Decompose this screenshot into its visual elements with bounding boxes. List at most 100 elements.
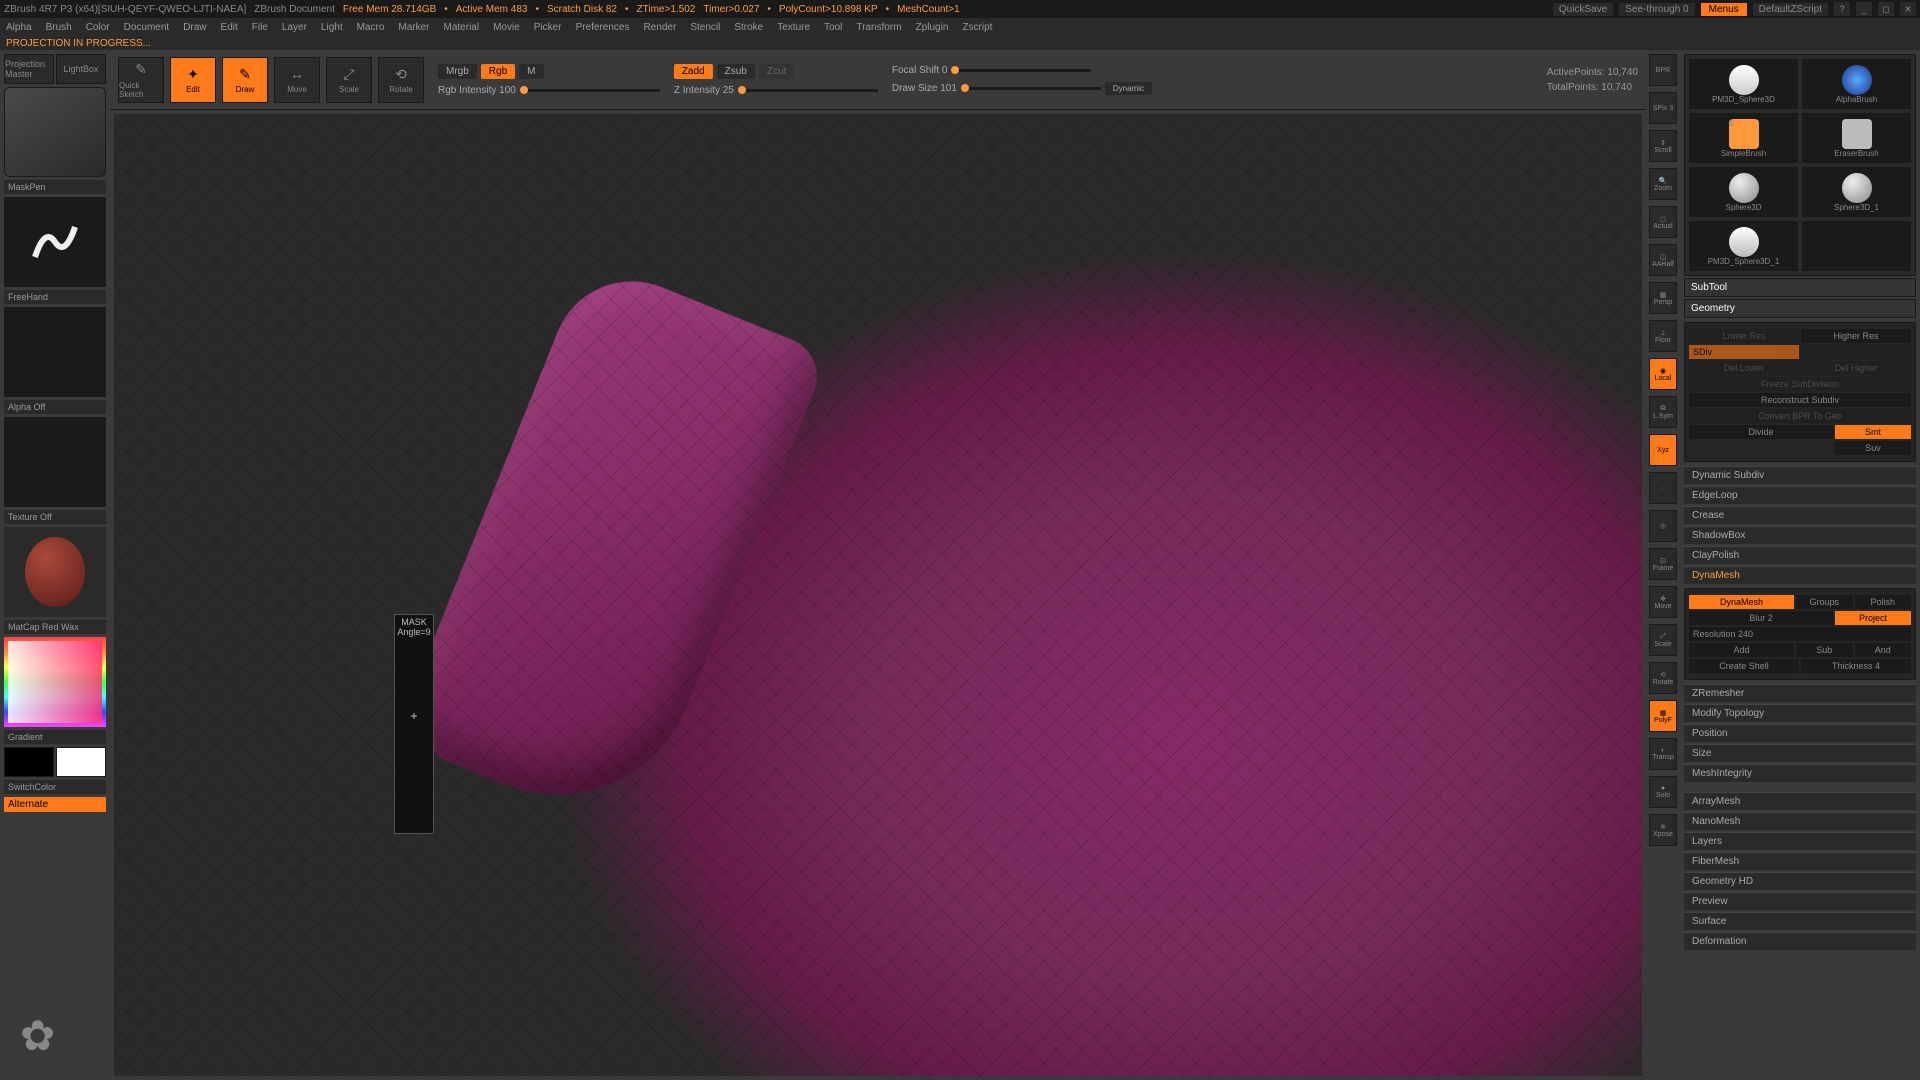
tool-pm3d-sphere[interactable]: PM3D_Sphere3D [1689,59,1798,109]
lightbox-button[interactable]: LightBox [56,54,106,84]
gradient-label[interactable]: Gradient [4,730,106,744]
z-intensity-slider[interactable] [738,89,878,92]
blur-slider[interactable]: Blur 2 [1689,611,1833,625]
menu-edit[interactable]: Edit [221,22,238,33]
layers-section[interactable]: Layers [1684,832,1916,850]
mrgb-button[interactable]: Mrgb [438,64,477,79]
lower-res-button[interactable]: Lower Res [1689,329,1799,343]
canvas-viewport[interactable]: MASK Angle=9 + [114,114,1642,1076]
geometry-header[interactable]: Geometry [1684,299,1916,318]
scale-button[interactable]: ⤢Scale [326,57,372,103]
close-icon[interactable]: ✕ [1900,2,1916,16]
draw-button[interactable]: ✎Draw [222,57,268,103]
bpr-button[interactable]: BPR [1649,54,1677,86]
menu-zscript[interactable]: Zscript [962,22,992,33]
rgb-intensity-slider[interactable] [520,89,660,92]
modify-topology-section[interactable]: Modify Topology [1684,704,1916,722]
menu-material[interactable]: Material [444,22,480,33]
xpose-button[interactable]: ※Xpose [1649,814,1677,846]
menu-stroke[interactable]: Stroke [734,22,763,33]
tool-sphere3d[interactable]: Sphere3D [1689,167,1798,217]
menu-picker[interactable]: Picker [534,22,562,33]
local-button[interactable]: ◉Local [1649,358,1677,390]
del-higher-button[interactable]: Del Higher [1801,361,1911,375]
reconstruct-subdiv-button[interactable]: Reconstruct Subdiv [1689,393,1911,407]
main-color-swatch[interactable] [4,747,54,777]
crease-section[interactable]: Crease [1684,506,1916,524]
suv-button[interactable]: Suv [1835,441,1911,455]
project-button[interactable]: Project [1835,611,1911,625]
dynamic-subdiv-section[interactable]: Dynamic Subdiv [1684,466,1916,484]
resolution-slider[interactable]: Resolution 240 [1689,627,1911,641]
claypolish-section[interactable]: ClayPolish [1684,546,1916,564]
zadd-button[interactable]: Zadd [674,64,713,79]
color-picker[interactable] [4,637,106,727]
convert-bpr-button[interactable]: Convert BPR To Geo [1689,409,1911,423]
scale-view-button[interactable]: ⤢Scale [1649,624,1677,656]
menus-button[interactable]: Menus [1701,3,1747,16]
menu-zplugin[interactable]: Zplugin [916,22,949,33]
fibermesh-section[interactable]: FiberMesh [1684,852,1916,870]
menu-texture[interactable]: Texture [777,22,810,33]
transparency-button[interactable]: ◌ [1649,472,1677,504]
menu-light[interactable]: Light [321,22,343,33]
surface-section[interactable]: Surface [1684,912,1916,930]
help-icon[interactable]: ? [1834,2,1850,16]
menu-preferences[interactable]: Preferences [576,22,630,33]
geometry-hd-section[interactable]: Geometry HD [1684,872,1916,890]
scroll-button[interactable]: ⇕Scroll [1649,130,1677,162]
m-button[interactable]: M [519,64,543,79]
arraymesh-section[interactable]: ArrayMesh [1684,792,1916,810]
quicksave-button[interactable]: QuickSave [1553,3,1613,16]
move-button[interactable]: ↔Move [274,57,320,103]
tool-alphabrush[interactable]: AlphaBrush [1802,59,1911,109]
create-shell-button[interactable]: Create Shell [1689,659,1799,673]
zremesher-section[interactable]: ZRemesher [1684,684,1916,702]
transp-button[interactable]: ◐Transp [1649,738,1677,770]
shadowbox-section[interactable]: ShadowBox [1684,526,1916,544]
menu-macro[interactable]: Macro [357,22,385,33]
sub-button[interactable]: Sub [1796,643,1853,657]
alternate-button[interactable]: Alternate [4,797,106,812]
dynamesh-section[interactable]: DynaMesh [1684,566,1916,584]
menu-draw[interactable]: Draw [183,22,206,33]
alpha-selector[interactable] [4,307,106,397]
move-view-button[interactable]: ✥Move [1649,586,1677,618]
minimize-icon[interactable]: _ [1856,2,1872,16]
menu-stencil[interactable]: Stencil [690,22,720,33]
edit-button[interactable]: ✦Edit [170,57,216,103]
tool-pm3d-sphere-1[interactable]: PM3D_Sphere3D_1 [1689,221,1798,271]
default-script[interactable]: DefaultZScript [1753,3,1828,16]
lsym-button[interactable]: ⧉L.Sym [1649,396,1677,428]
subtool-header[interactable]: SubTool [1684,278,1916,297]
zoom-button[interactable]: 🔍Zoom [1649,168,1677,200]
menu-transform[interactable]: Transform [856,22,901,33]
xyz-button[interactable]: Xyz [1649,434,1677,466]
freeze-subdiv-button[interactable]: Freeze SubDivision [1689,377,1911,391]
sdiv-slider[interactable]: SDiv [1689,345,1799,359]
position-section[interactable]: Position [1684,724,1916,742]
menu-movie[interactable]: Movie [493,22,520,33]
rotate-button[interactable]: ⟲Rotate [378,57,424,103]
aahalf-button[interactable]: ◫AAHalf [1649,244,1677,276]
zcut-button[interactable]: Zcut [759,64,794,79]
menu-brush[interactable]: Brush [46,22,72,33]
ghost-button[interactable]: ◎ [1649,510,1677,542]
deformation-section[interactable]: Deformation [1684,932,1916,950]
menu-tool[interactable]: Tool [824,22,842,33]
edgeloop-section[interactable]: EdgeLoop [1684,486,1916,504]
higher-res-button[interactable]: Higher Res [1801,329,1911,343]
material-selector[interactable] [4,527,106,617]
menu-render[interactable]: Render [644,22,677,33]
stroke-selector[interactable] [4,197,106,287]
dynamesh-button[interactable]: DynaMesh [1689,595,1794,609]
zsub-button[interactable]: Zsub [717,64,755,79]
quicksketch-button[interactable]: ✎Quick Sketch [118,57,164,103]
groups-button[interactable]: Groups [1796,595,1853,609]
divide-button[interactable]: Divide [1689,425,1833,439]
menu-document[interactable]: Document [124,22,170,33]
preview-section[interactable]: Preview [1684,892,1916,910]
polyf-button[interactable]: ▦PolyF [1649,700,1677,732]
actual-button[interactable]: ◻Actual [1649,206,1677,238]
secondary-color-swatch[interactable] [56,747,106,777]
